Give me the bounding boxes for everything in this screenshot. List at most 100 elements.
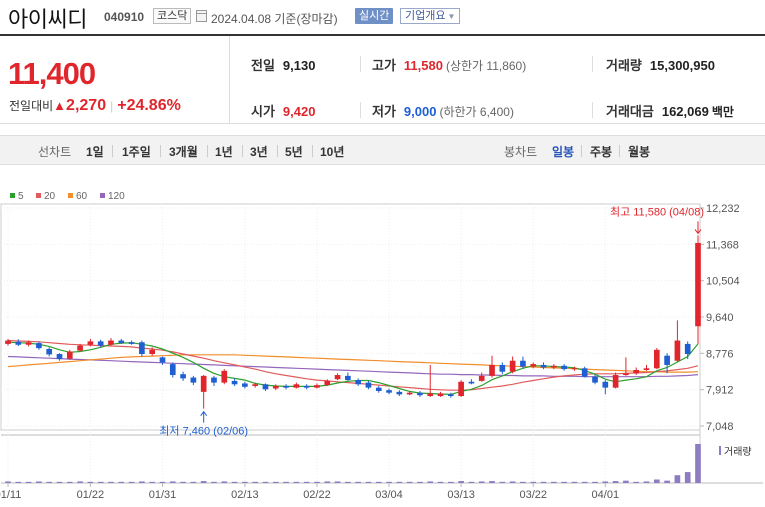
period-10y[interactable]: 10년 <box>320 143 344 160</box>
stock-chart: 5 20 60 120 12,232 11,368 10,504 9,640 8,776 7,91… <box>0 184 765 507</box>
legend-swatch-60 <box>68 193 73 198</box>
volume-bar <box>365 481 372 483</box>
volume-bar <box>437 481 444 483</box>
open-label: 시가 <box>251 104 275 119</box>
base-date: 2024.04.08 기준(장마감) <box>211 12 338 26</box>
candle-body <box>128 342 135 344</box>
candle-body <box>458 381 464 397</box>
candle-body <box>571 368 578 370</box>
volume-bar <box>97 481 104 483</box>
volume-bar <box>550 481 557 483</box>
x-tick-label: 04/01 <box>592 489 620 501</box>
change-rate: +24.86% <box>117 97 181 114</box>
volume-bar <box>396 481 403 483</box>
price-change: 전일대비▲2,270 | +24.86% <box>9 97 181 115</box>
candle-body <box>149 349 156 355</box>
period-3y[interactable]: 3년 <box>250 143 268 160</box>
divider <box>592 102 593 118</box>
candle-body <box>612 375 619 388</box>
divider <box>592 56 593 72</box>
candle-body <box>602 381 609 388</box>
volume-bar <box>581 481 588 483</box>
calendar-icon <box>196 10 207 22</box>
candle-body <box>118 340 125 344</box>
candle-body <box>540 364 547 368</box>
x-tick-label: 02/22 <box>303 489 331 501</box>
volume-bar <box>458 481 464 483</box>
volume-bar <box>139 481 145 483</box>
candle-chart-label: 봉차트 <box>504 145 538 159</box>
volume-bar <box>15 481 22 483</box>
candle-body <box>5 340 11 344</box>
period-5y[interactable]: 5년 <box>285 143 303 160</box>
volume-label: 거래량 <box>606 58 642 73</box>
period-3m[interactable]: 3개월 <box>169 143 198 160</box>
realtime-button[interactable]: 실시간 <box>355 8 394 24</box>
period-1y[interactable]: 1년 <box>215 143 233 160</box>
company-overview-button[interactable]: 기업개요 ▼ <box>400 8 461 24</box>
prev-close: 전일 9,130 <box>251 55 315 74</box>
candle-body <box>252 384 258 386</box>
high-label: 고가 <box>372 58 396 73</box>
market-badge: 코스닥 <box>153 8 192 24</box>
candle-body <box>386 390 392 393</box>
chevron-down-icon: ▼ <box>447 12 456 21</box>
lower-limit: (하한가 6,400) <box>439 105 514 119</box>
volume-bar <box>180 481 186 483</box>
volume-bar <box>334 481 341 483</box>
candle-body <box>87 341 94 345</box>
candle-body <box>25 342 32 345</box>
period-1w[interactable]: 1주일 <box>122 143 151 160</box>
candle-body <box>561 365 567 370</box>
volume-bar <box>664 480 670 483</box>
volume-bar <box>221 481 228 483</box>
legend-swatch-20 <box>36 193 41 198</box>
change-label: 전일대비 <box>9 99 54 113</box>
candle-monthly[interactable]: 월봉 <box>628 143 650 160</box>
candle-body <box>592 376 598 383</box>
volume-bar <box>540 481 547 483</box>
low-annotation: 최저 7,460 (02/06) <box>159 425 248 438</box>
candle-body <box>334 375 341 380</box>
candle-body <box>355 380 361 385</box>
y-tick-label: 7,912 <box>706 385 734 397</box>
volume-bar <box>612 481 619 483</box>
volume-bar <box>468 481 475 483</box>
x-tick-label: 03/22 <box>519 489 547 501</box>
candle-body <box>242 383 248 387</box>
volume-bar <box>355 481 361 483</box>
candle-weekly[interactable]: 주봉 <box>590 143 612 160</box>
y-tick-label: 10,504 <box>706 276 740 288</box>
candle-body <box>664 355 670 365</box>
candle-body <box>427 393 434 397</box>
low-label: 저가 <box>372 104 396 119</box>
divider <box>312 145 313 157</box>
volume-bar <box>36 481 42 483</box>
ma60-line <box>7 354 699 373</box>
high-value: 11,580 <box>403 58 443 73</box>
volume-bar <box>478 481 485 483</box>
high-price: 고가 11,580 (상한가 11,860) <box>372 55 526 74</box>
high-annotation: 최고 11,580 (04/08) <box>610 205 704 218</box>
candle-daily[interactable]: 일봉 <box>552 143 574 160</box>
legend-label-20: 20 <box>44 191 56 202</box>
volume-bar <box>633 481 640 483</box>
volume-bar <box>643 481 650 483</box>
volume-bar <box>87 481 94 483</box>
volume-bar <box>653 479 660 483</box>
volume-bar <box>56 481 63 483</box>
divider <box>581 145 582 157</box>
prev-close-label: 전일 <box>251 58 275 73</box>
volume-bar <box>262 481 269 483</box>
volume-bar <box>592 481 598 483</box>
candle-body <box>97 341 104 346</box>
y-tick-label: 11,368 <box>706 239 739 251</box>
ma20-line <box>7 339 699 391</box>
period-1d[interactable]: 1일 <box>86 143 104 160</box>
candle-body <box>190 377 197 383</box>
candle-body <box>15 341 22 345</box>
volume-bar <box>303 481 310 483</box>
volume-bar <box>211 481 217 483</box>
divider <box>160 145 161 157</box>
candle-body <box>293 384 300 388</box>
